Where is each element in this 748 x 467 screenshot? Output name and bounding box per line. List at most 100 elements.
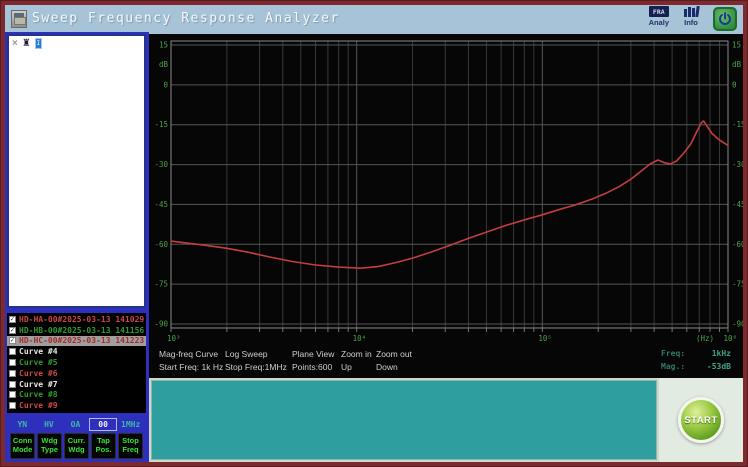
readout-value: 1kHz <box>711 349 731 358</box>
curve-checkbox[interactable] <box>9 391 16 399</box>
curve-list: ✓ HD-HA-00#2025-03-13 141029 ✓ HD-HB-00#202… <box>7 313 146 413</box>
analy-label: Analy <box>648 18 669 27</box>
info-button[interactable]: Info <box>681 5 701 27</box>
status-plane-view[interactable]: Plane View <box>292 349 334 359</box>
left-sidebar: × ♜ I ✓ HD-HA-00#2025-03-13 141029 ✓ HD-HB-… <box>5 32 149 462</box>
status-stop-freq-1mhz[interactable]: Stop Freq:1MHz <box>225 362 287 372</box>
axis-label: 15 <box>159 41 168 50</box>
window-title: Sweep Frequency Response Analyzer <box>32 11 340 26</box>
curve-row[interactable]: Curve #5 <box>7 357 146 368</box>
curve-checkbox[interactable]: ✓ <box>9 315 16 323</box>
axis-label: 0 <box>732 80 737 89</box>
curve-label: HD-HB-00#2025-03-13 141156 <box>19 325 145 335</box>
status-row-1: Mag-freq Curve Log Sweep Plane View Zoom in… <box>149 349 743 362</box>
param-value-row: YN HV OA 00 1MHz <box>7 418 146 431</box>
axis-label: -30 <box>154 160 168 169</box>
status-row-2: Start Freq: 1k Hz Stop Freq:1MHz Points:60… <box>149 362 743 375</box>
axis-label: 10³ <box>167 334 181 343</box>
status-points-600[interactable]: Points:600 <box>292 362 332 372</box>
curve-row[interactable]: ✓ HD-HC-00#2025-03-13 141223 <box>7 335 146 347</box>
result-tree-panel[interactable]: × ♜ I <box>7 34 146 308</box>
start-button[interactable]: START <box>678 397 724 443</box>
axis-label: dB <box>732 60 742 69</box>
info-icon <box>681 5 701 18</box>
curve-checkbox[interactable] <box>9 359 16 367</box>
axis-label: dB <box>159 60 169 69</box>
cursor-icon[interactable]: I <box>34 38 42 49</box>
curve-label: Curve #8 <box>19 390 58 400</box>
curve-label: Curve #4 <box>19 347 58 357</box>
axis-label: -15 <box>732 120 743 129</box>
curve-checkbox[interactable]: ✓ <box>9 337 16 345</box>
axis-label: -45 <box>154 200 168 209</box>
status-start-freq-1k-hz[interactable]: Start Freq: 1k Hz <box>159 362 223 372</box>
axis-label: -90 <box>732 319 743 328</box>
status-down[interactable]: Down <box>376 362 398 372</box>
title-bar-tools: FRA Analy Info <box>649 5 737 31</box>
axis-label: 0 <box>163 80 168 89</box>
axis-label: -30 <box>732 160 743 169</box>
curve-label: Curve #7 <box>19 379 58 389</box>
power-icon <box>719 12 731 25</box>
title-bar: Sweep Frequency Response Analyzer FRA An… <box>5 5 743 32</box>
curve-checkbox[interactable] <box>9 369 16 377</box>
curve-label: Curve #6 <box>19 368 58 378</box>
param-value[interactable]: OA <box>62 418 89 431</box>
app-icon <box>11 9 27 28</box>
conn-mode-button[interactable]: Conn Mode <box>10 433 35 459</box>
footer: START <box>149 378 743 462</box>
wdg-type-button[interactable]: Wdg Type <box>37 433 62 459</box>
response-curve <box>170 120 729 269</box>
readout-value: -53dB <box>706 362 731 371</box>
info-label: Info <box>684 18 698 27</box>
status-zoom-out[interactable]: Zoom out <box>376 349 412 359</box>
curve-checkbox[interactable]: ✓ <box>9 326 16 334</box>
curve-row[interactable]: Curve #4 <box>7 346 146 357</box>
window-inner: Sweep Frequency Response Analyzer FRA An… <box>5 5 743 462</box>
axis-label: 10⁵ <box>538 334 552 343</box>
start-panel: START <box>659 378 743 462</box>
readout-label: Mag.: <box>661 362 686 371</box>
axis-label: -15 <box>154 120 168 129</box>
curve-label: HD-HC-00#2025-03-13 141223 <box>19 336 145 346</box>
param-value[interactable]: 00 <box>88 418 118 431</box>
analy-button[interactable]: FRA Analy <box>649 6 669 27</box>
axis-label: -60 <box>154 240 168 249</box>
delete-icon[interactable]: × <box>12 38 18 49</box>
axis-label: 15 <box>732 41 741 50</box>
curve-row[interactable]: ✓ HD-HA-00#2025-03-13 141029 <box>7 314 146 325</box>
curve-row[interactable]: ✓ HD-HB-00#2025-03-13 141156 <box>7 325 146 336</box>
status-log-sweep[interactable]: Log Sweep <box>225 349 268 359</box>
curve-label: HD-HA-00#2025-03-13 141029 <box>19 314 145 324</box>
power-button[interactable] <box>713 7 737 31</box>
curve-row[interactable]: Curve #8 <box>7 390 146 401</box>
curve-checkbox[interactable] <box>9 402 16 410</box>
curve-row[interactable]: Curve #6 <box>7 368 146 379</box>
curve-checkbox[interactable] <box>9 380 16 388</box>
instrument-icon[interactable]: ♜ <box>22 38 31 49</box>
param-value[interactable]: YN <box>9 418 36 431</box>
curve-row[interactable]: Curve #7 <box>7 379 146 390</box>
param-value[interactable]: HV <box>36 418 63 431</box>
tap-pos--button[interactable]: Tap Pos. <box>91 433 116 459</box>
axis-label: (Hz) <box>696 334 714 343</box>
curve-label: Curve #9 <box>19 401 58 411</box>
curve-row[interactable]: Curve #9 <box>7 400 146 411</box>
status-mag-freq-curve[interactable]: Mag-freq Curve <box>159 349 218 359</box>
status-up[interactable]: Up <box>341 362 352 372</box>
param-value[interactable]: 1MHz <box>117 418 144 431</box>
curr-wdg-button[interactable]: Curr. Wdg <box>64 433 89 459</box>
chart-panel: 15 15 0 0 -15 -15 -30 -30 -45 -45 -60 -60 -75 -75 -90 -… <box>149 34 743 378</box>
soft-button-row: Conn Mode Wdg Type Curr. Wdg Tap Pos. Stop Freq <box>7 433 146 461</box>
stop-freq-button[interactable]: Stop Freq <box>118 433 143 459</box>
curve-label: Curve #5 <box>19 358 58 368</box>
tree-toolbar: × ♜ I <box>9 36 144 51</box>
frequency-response-chart[interactable]: 15 15 0 0 -15 -15 -30 -30 -45 -45 -60 -60 -75 -75 -90 -… <box>149 34 743 346</box>
axis-label: -75 <box>154 280 168 289</box>
axis-label: -45 <box>732 200 743 209</box>
readout-label: Freq: <box>661 349 686 358</box>
curve-checkbox[interactable] <box>9 348 16 356</box>
status-zoom-in[interactable]: Zoom in <box>341 349 372 359</box>
axis-label: -60 <box>732 240 743 249</box>
app-window: Sweep Frequency Response Analyzer FRA An… <box>0 0 748 467</box>
